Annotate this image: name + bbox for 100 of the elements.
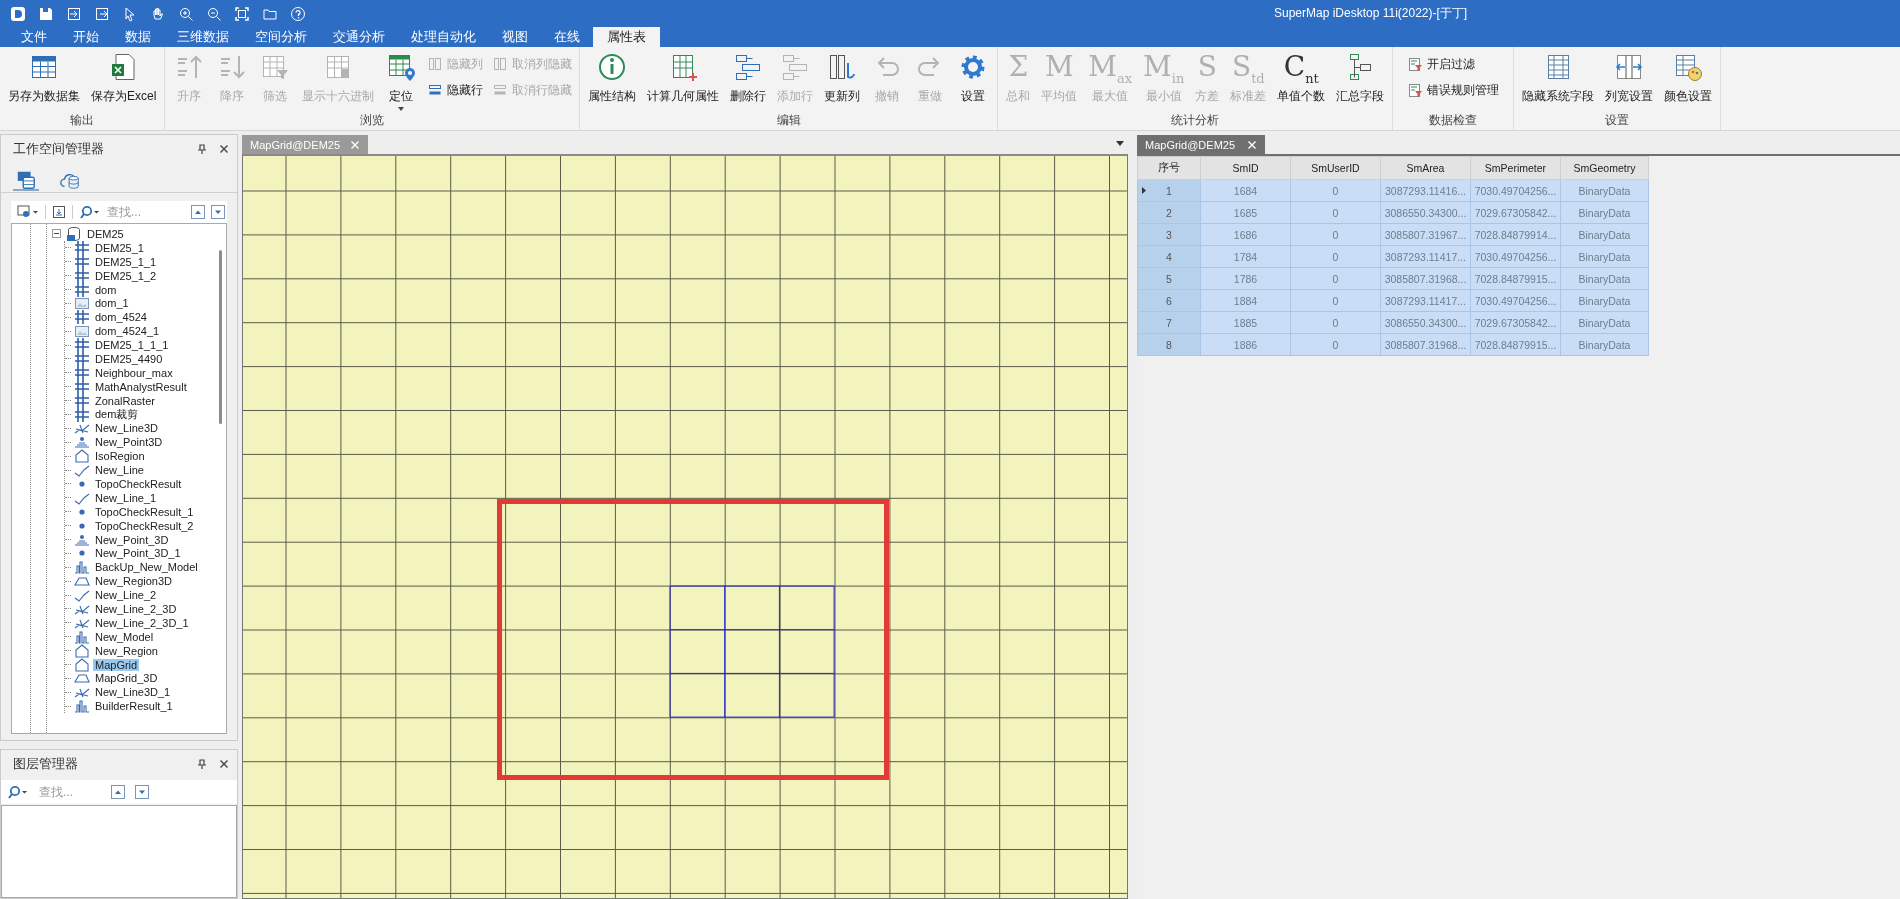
ribbon-button[interactable]: 颜色设置 bbox=[1660, 51, 1717, 109]
menu-tab[interactable]: 在线 bbox=[541, 27, 593, 47]
tree-item[interactable]: New_Line_2 bbox=[93, 589, 159, 602]
close-icon[interactable] bbox=[219, 144, 229, 154]
tree-item[interactable]: MathAnalystResult bbox=[93, 380, 189, 393]
close-tab-icon[interactable] bbox=[1247, 139, 1258, 150]
tree-item[interactable]: DEM25_1 bbox=[93, 241, 146, 254]
tree-item[interactable]: Neighbour_max bbox=[93, 366, 175, 379]
tree-item[interactable]: New_Region3D bbox=[93, 575, 175, 588]
table-row[interactable]: 8 1886 0 3085807.31968... 7028.84879915... BinaryData bbox=[1137, 333, 1649, 356]
menu-tab[interactable]: 数据 bbox=[112, 27, 164, 47]
tree-item[interactable]: DEM25_4490 bbox=[93, 352, 165, 365]
column-header[interactable]: SmArea bbox=[1380, 156, 1471, 180]
tree-item[interactable]: IsoRegion bbox=[93, 450, 147, 463]
column-header[interactable]: SmID bbox=[1200, 156, 1291, 180]
tree-item[interactable]: BackUp_New_Model bbox=[93, 561, 200, 574]
tree-item[interactable]: dom_1 bbox=[93, 297, 131, 310]
dropdown-icon[interactable] bbox=[1116, 141, 1124, 146]
table-row[interactable]: 4 1784 0 3087293.11417... 7030.49704256... BinaryData bbox=[1137, 245, 1649, 268]
tree-item[interactable]: TopoCheckResult_1 bbox=[93, 505, 196, 518]
document-tab[interactable]: MapGrid@DEM25 bbox=[1137, 135, 1266, 154]
ribbon-button[interactable]: 汇总字段 bbox=[1332, 51, 1389, 109]
menu-tab[interactable]: 文件 bbox=[8, 27, 60, 47]
view-icon[interactable] bbox=[17, 205, 39, 219]
export-icon[interactable] bbox=[94, 5, 110, 22]
open-file-icon[interactable] bbox=[52, 205, 66, 219]
tree-item[interactable]: dom bbox=[93, 283, 119, 296]
tree-item[interactable]: New_Point_3D bbox=[93, 533, 171, 546]
ribbon-button[interactable]: C$_{nt}$ 单值个数 bbox=[1273, 51, 1330, 109]
menu-tab[interactable]: 处理自动化 bbox=[398, 27, 489, 47]
tree-item[interactable]: BuilderResult_1 bbox=[93, 700, 175, 713]
ribbon-button[interactable]: 错误规则管理 bbox=[1404, 80, 1503, 100]
ribbon-button[interactable]: 开启过滤 bbox=[1404, 54, 1503, 74]
tree-item[interactable]: DEM25_1_1_1 bbox=[93, 339, 171, 352]
menu-tab[interactable]: 三维数据 bbox=[164, 27, 242, 47]
tree-item[interactable]: dem裁剪 bbox=[93, 407, 141, 423]
menu-tab[interactable]: 交通分析 bbox=[320, 27, 398, 47]
import-icon[interactable] bbox=[66, 5, 82, 22]
table-row[interactable]: 1 1684 0 3087293.11416... 7030.49704256... BinaryData bbox=[1137, 179, 1649, 202]
ribbon-button[interactable]: 保存为Excel bbox=[87, 51, 161, 109]
tree-item[interactable]: DEM25 bbox=[85, 227, 126, 240]
menu-tab[interactable]: 视图 bbox=[489, 27, 541, 47]
pin-icon[interactable] bbox=[197, 759, 207, 769]
help-icon[interactable] bbox=[290, 5, 306, 22]
pin-icon[interactable] bbox=[197, 144, 207, 154]
full-extent-icon[interactable] bbox=[234, 5, 250, 22]
menu-tab[interactable]: 属性表 bbox=[593, 27, 660, 47]
tree-item[interactable]: MapGrid_3D bbox=[93, 672, 160, 685]
tree-item[interactable]: New_Point_3D_1 bbox=[93, 547, 183, 560]
table-row[interactable]: 2 1685 0 3086550.34300... 7029.67305842... BinaryData bbox=[1137, 201, 1649, 224]
table-row[interactable]: 6 1884 0 3087293.11417... 7030.49704256... BinaryData bbox=[1137, 289, 1649, 312]
tree-item[interactable]: New_Model bbox=[93, 630, 156, 643]
tree-item[interactable]: New_Line_2_3D bbox=[93, 603, 179, 615]
collapse-icon[interactable] bbox=[52, 229, 61, 239]
tree-item[interactable]: New_Line3D_1 bbox=[93, 686, 173, 699]
scroll-down-button-icon[interactable] bbox=[211, 205, 225, 219]
ribbon-button[interactable]: 更新列 bbox=[820, 51, 865, 109]
scroll-up-button-icon[interactable] bbox=[111, 785, 125, 799]
tree-item[interactable]: New_Line_2_3D_1 bbox=[93, 616, 191, 629]
tree-item[interactable]: DEM25_1_1 bbox=[93, 255, 159, 268]
ribbon-button[interactable]: 删除行 bbox=[726, 51, 771, 109]
ribbon-button[interactable]: 列宽设置 bbox=[1601, 51, 1658, 109]
column-header[interactable]: SmPerimeter bbox=[1470, 156, 1561, 180]
zoom-out-icon[interactable] bbox=[206, 5, 222, 22]
column-header[interactable]: SmUserID bbox=[1290, 156, 1381, 180]
menu-tab[interactable]: 开始 bbox=[60, 27, 112, 47]
tree-item[interactable]: New_Line_1 bbox=[93, 491, 159, 504]
table-row[interactable]: 5 1786 0 3085807.31968... 7028.84879915... BinaryData bbox=[1137, 267, 1649, 290]
search-icon[interactable] bbox=[79, 205, 99, 219]
tree-item[interactable]: dom_4524 bbox=[93, 311, 149, 324]
ribbon-button[interactable]: 隐藏行 bbox=[424, 80, 487, 100]
close-tab-icon[interactable] bbox=[350, 139, 361, 150]
tree-item[interactable]: New_Point3D bbox=[93, 436, 165, 449]
tree-item[interactable]: ZonalRaster bbox=[93, 394, 157, 407]
ribbon-button[interactable]: 定位 bbox=[381, 51, 422, 109]
tree-item[interactable]: dom_4524_1 bbox=[93, 325, 162, 338]
app-logo-icon[interactable] bbox=[10, 5, 26, 22]
search-icon[interactable] bbox=[7, 785, 27, 799]
table-row[interactable]: 7 1885 0 3086550.34300... 7029.67305842... BinaryData bbox=[1137, 311, 1649, 334]
table-row[interactable]: 3 1686 0 3085807.31967... 7028.84879914... BinaryData bbox=[1137, 223, 1649, 246]
scroll-up-button-icon[interactable] bbox=[191, 205, 205, 219]
column-header[interactable]: SmGeometry bbox=[1560, 156, 1649, 180]
hand-icon[interactable] bbox=[150, 5, 166, 22]
scroll-down-button-icon[interactable] bbox=[135, 785, 149, 799]
tree-item[interactable]: TopoCheckResult bbox=[93, 477, 184, 490]
scrollbar-thumb[interactable] bbox=[218, 250, 222, 424]
tree-item[interactable]: MapGrid bbox=[93, 658, 140, 671]
close-icon[interactable] bbox=[219, 759, 229, 769]
tree-item[interactable]: New_Line bbox=[93, 464, 146, 477]
tree-item[interactable]: DEM25_1_2 bbox=[93, 269, 159, 282]
column-header[interactable]: 序号 bbox=[1137, 156, 1201, 180]
ribbon-button[interactable]: 属性结构 bbox=[584, 51, 641, 109]
tree-item[interactable]: New_Region bbox=[93, 644, 160, 657]
zoom-in-icon[interactable] bbox=[178, 5, 194, 22]
menu-tab[interactable]: 空间分析 bbox=[242, 27, 320, 47]
tree-item[interactable]: TopoCheckResult_2 bbox=[93, 519, 196, 532]
ribbon-button[interactable]: 隐藏系统字段 bbox=[1518, 51, 1599, 109]
ribbon-button[interactable]: 另存为数据集 bbox=[4, 51, 84, 109]
search-field[interactable]: 查找... bbox=[37, 784, 101, 800]
tree-item[interactable]: New_Line3D bbox=[93, 422, 160, 435]
